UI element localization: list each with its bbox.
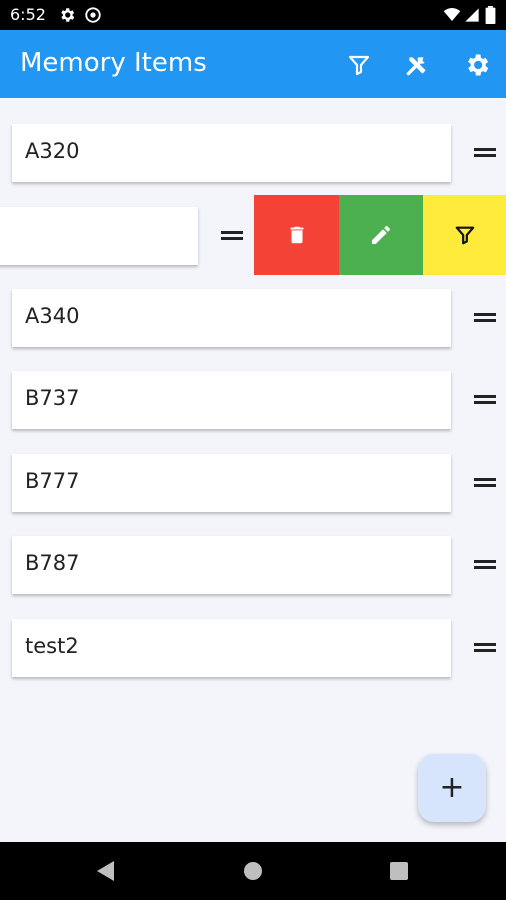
filter-action-button[interactable] <box>423 195 506 275</box>
drag-handle[interactable] <box>221 228 243 242</box>
item-label: B777 <box>25 469 80 493</box>
battery-icon <box>485 6 496 28</box>
drag-handle[interactable] <box>474 310 496 324</box>
signal-icon <box>464 6 480 28</box>
filter-icon <box>455 226 474 245</box>
page-title: Memory Items <box>20 48 207 78</box>
tools-button[interactable] <box>400 48 434 82</box>
add-icon: + <box>439 770 465 805</box>
item-label: B787 <box>25 551 80 575</box>
back-button[interactable] <box>94 859 118 883</box>
drag-handle[interactable] <box>474 145 496 159</box>
list-item[interactable]: B787 <box>12 536 451 594</box>
drag-handle[interactable] <box>474 475 496 489</box>
back-icon <box>97 861 114 881</box>
item-label: B737 <box>25 386 80 410</box>
system-nav-bar <box>0 842 506 900</box>
item-label: A320 <box>25 139 80 163</box>
drag-handle[interactable] <box>474 557 496 571</box>
home-icon <box>244 862 262 880</box>
settings-button[interactable] <box>460 48 494 82</box>
status-time: 6:52 <box>10 5 46 24</box>
app-bar: Memory Items <box>0 30 506 98</box>
add-item-button[interactable]: + <box>418 754 486 822</box>
pencil-icon <box>372 225 390 244</box>
edit-action-button[interactable] <box>339 195 423 275</box>
item-label: test2 <box>25 634 79 658</box>
drag-handle[interactable] <box>474 640 496 654</box>
delete-action-button[interactable] <box>254 195 339 275</box>
status-bar: 6:52 <box>0 0 506 30</box>
gear-icon <box>58 6 76 28</box>
list-item[interactable] <box>0 207 198 265</box>
home-button[interactable] <box>243 861 265 883</box>
list-item[interactable]: test2 <box>12 619 451 677</box>
list-item[interactable]: A320 <box>12 124 451 182</box>
wifi-icon <box>443 6 461 28</box>
tools-icon <box>406 57 426 76</box>
vpn-icon <box>84 6 102 28</box>
settings-icon <box>468 54 489 76</box>
trash-icon <box>290 226 303 244</box>
drag-handle[interactable] <box>474 392 496 406</box>
list-item[interactable]: B777 <box>12 454 451 512</box>
recents-icon <box>390 862 408 880</box>
list-item[interactable]: A340 <box>12 289 451 347</box>
filter-button[interactable] <box>342 48 376 82</box>
list-item[interactable]: B737 <box>12 371 451 429</box>
recents-button[interactable] <box>389 861 411 883</box>
item-label: A340 <box>25 304 80 328</box>
filter-icon <box>348 55 370 76</box>
